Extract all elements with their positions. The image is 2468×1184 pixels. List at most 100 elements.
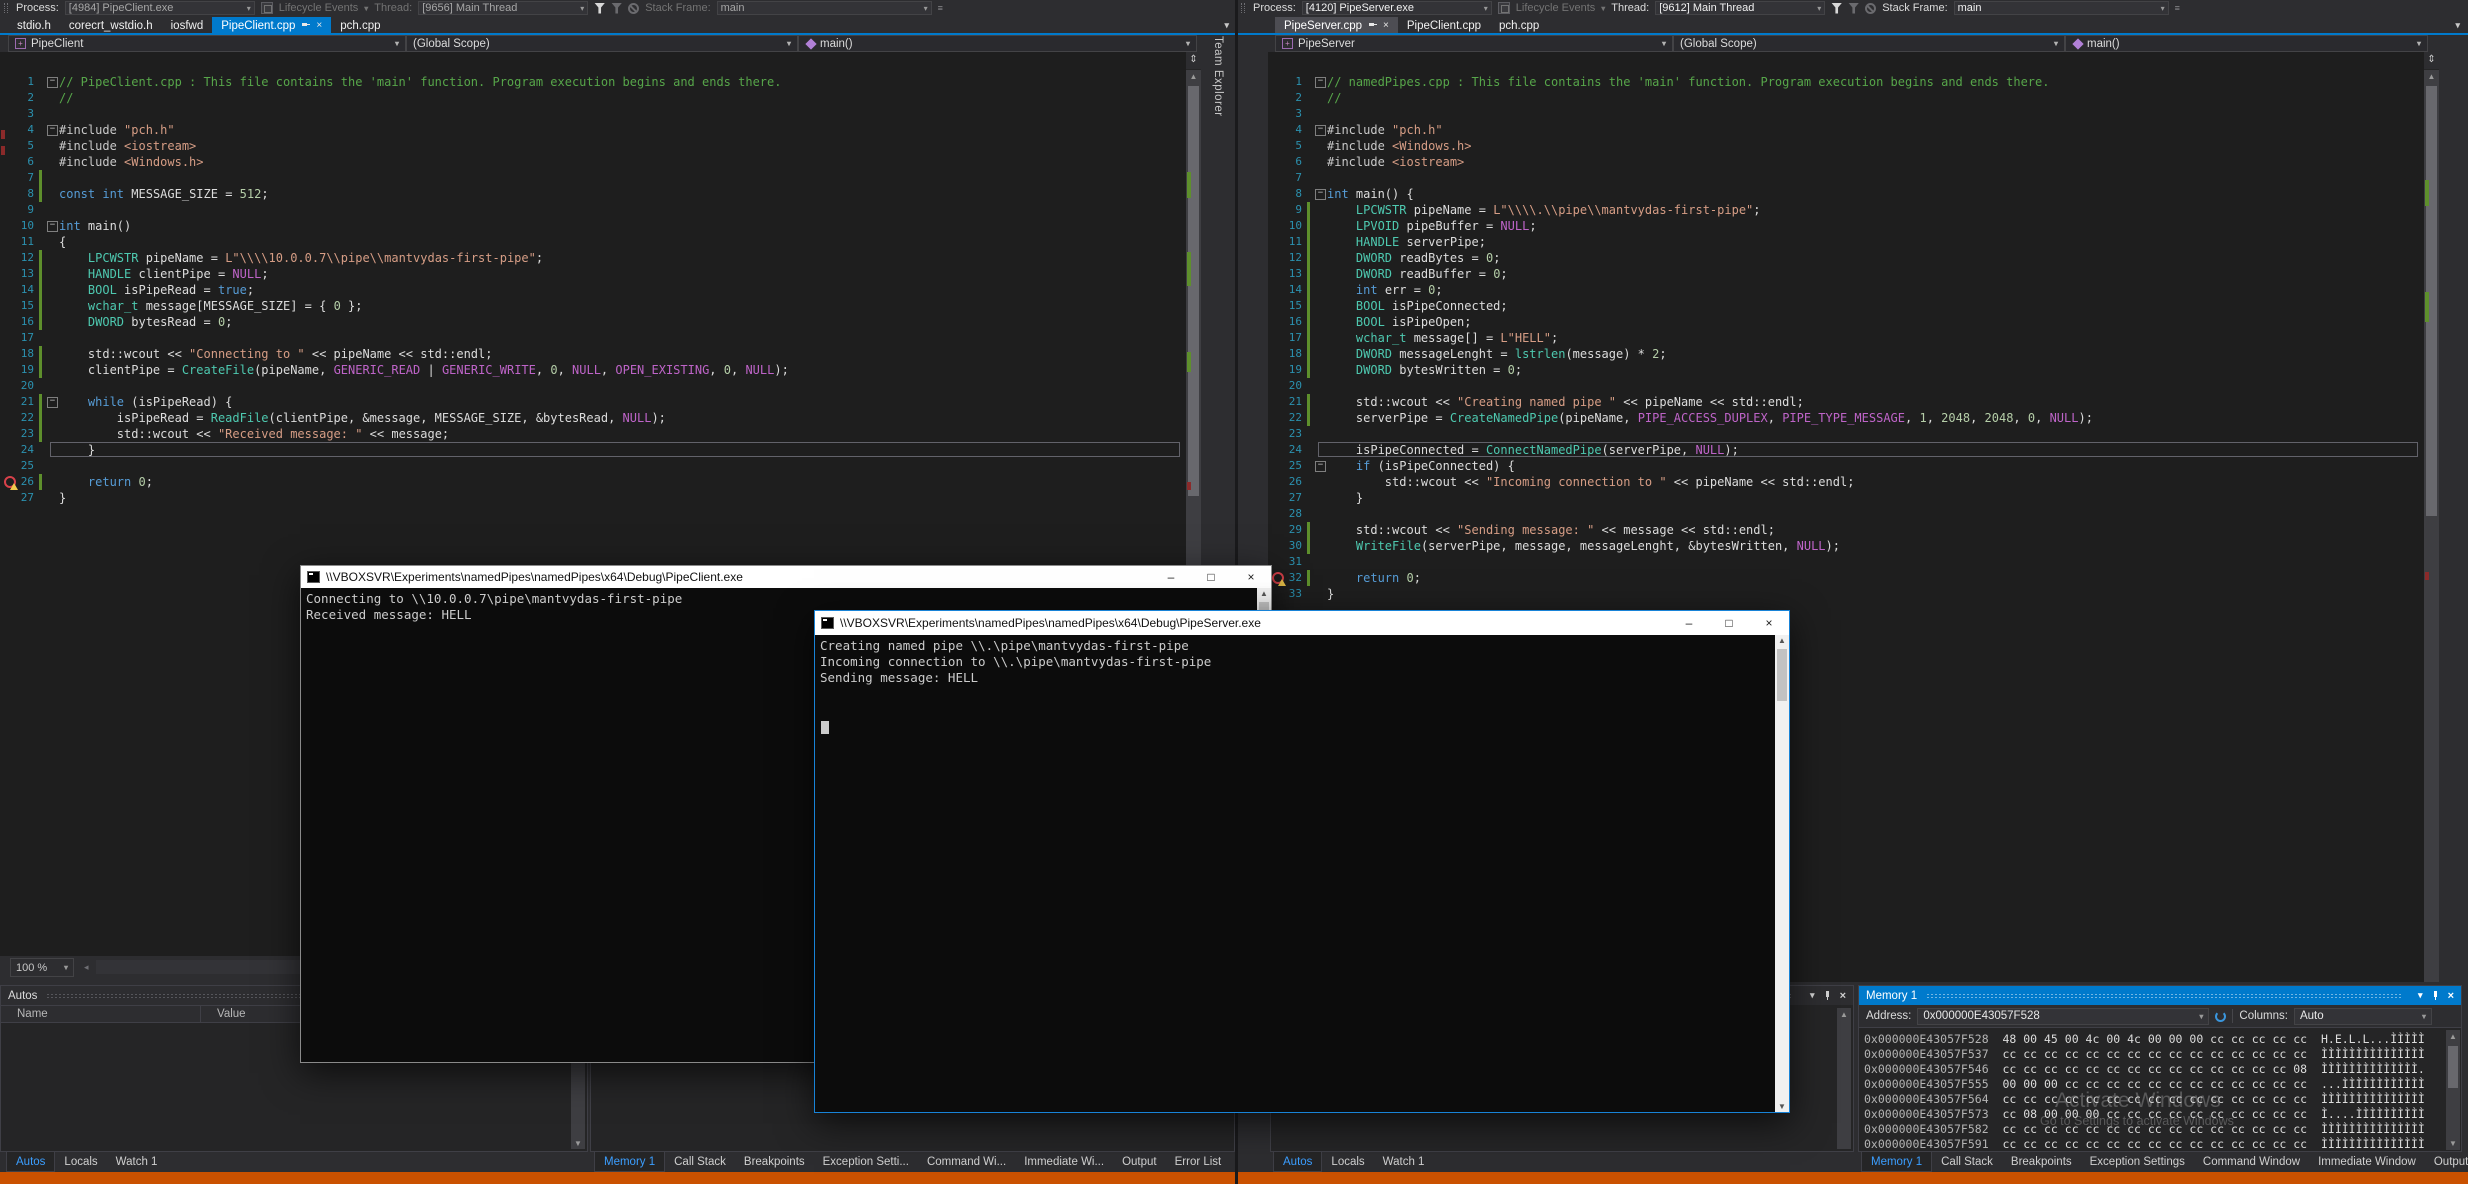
document-tab-corecrt_wstdio.h[interactable]: corecrt_wstdio.h bbox=[60, 17, 162, 34]
scrollbar-thumb[interactable] bbox=[2448, 1046, 2458, 1088]
close-tab-icon[interactable]: × bbox=[1383, 21, 1389, 31]
line-number[interactable]: 15 bbox=[1268, 298, 1304, 314]
line-number[interactable]: 18 bbox=[0, 346, 36, 362]
document-tab-stdio.h[interactable]: stdio.h bbox=[8, 17, 60, 34]
scroll-down-icon[interactable]: ▼ bbox=[571, 1139, 585, 1148]
filter-threads-icon[interactable] bbox=[594, 3, 605, 14]
close-icon[interactable]: × bbox=[1840, 990, 1846, 1002]
code-line[interactable]: 32 return 0; bbox=[1268, 570, 2424, 586]
line-number[interactable]: 26 bbox=[1268, 474, 1304, 490]
tool-tab-Immediate Window[interactable]: Immediate Window bbox=[2309, 1152, 2425, 1172]
code-line[interactable]: 21 std::wcout << "Creating named pipe " … bbox=[1268, 394, 2424, 410]
line-number[interactable]: 15 bbox=[0, 298, 36, 314]
editor-scrollbar[interactable]: ⇕ ▲ bbox=[2424, 52, 2439, 982]
line-number[interactable]: 27 bbox=[1268, 490, 1304, 506]
line-number[interactable]: 8 bbox=[0, 186, 36, 202]
document-tab-PipeServer.cpp[interactable]: PipeServer.cpp× bbox=[1275, 17, 1398, 34]
maximize-icon[interactable]: □ bbox=[1709, 611, 1749, 635]
splitter-handle-icon[interactable]: ⇕ bbox=[1186, 52, 1201, 70]
code-line[interactable]: 15 BOOL isPipeConnected; bbox=[1268, 298, 2424, 314]
nav-scope-dropdown[interactable]: (Global Scope)▾ bbox=[406, 35, 798, 52]
chevron-down-icon[interactable]: ▾ bbox=[1662, 39, 1666, 48]
close-tab-icon[interactable]: × bbox=[316, 21, 322, 31]
code-line[interactable]: 4#include "pch.h" bbox=[0, 122, 1186, 138]
address-combo[interactable]: 0x000000E43057F528▾ bbox=[1917, 1008, 2209, 1025]
tool-tab-Breakpoints[interactable]: Breakpoints bbox=[735, 1152, 814, 1172]
document-tab-PipeClient.cpp[interactable]: PipeClient.cpp bbox=[1398, 17, 1490, 34]
nav-method-dropdown[interactable]: main()▾ bbox=[798, 35, 1197, 52]
line-number[interactable]: 5 bbox=[0, 138, 36, 154]
line-number[interactable]: 24 bbox=[0, 442, 36, 458]
toolbar-grip[interactable] bbox=[4, 3, 8, 13]
nav-scope-dropdown[interactable]: (Global Scope)▾ bbox=[1673, 35, 2065, 52]
tool-tab-Watch 1[interactable]: Watch 1 bbox=[1374, 1152, 1434, 1172]
chevron-down-icon[interactable]: ▾ bbox=[2054, 39, 2058, 48]
tab-list-chevron-icon[interactable]: ▾ bbox=[2455, 20, 2460, 31]
code-line[interactable]: 12 DWORD readBytes = 0; bbox=[1268, 250, 2424, 266]
scroll-down-icon[interactable]: ▼ bbox=[2446, 1139, 2460, 1148]
breakpoint-icon[interactable] bbox=[4, 476, 16, 488]
code-line[interactable]: 1// PipeClient.cpp : This file contains … bbox=[0, 74, 1186, 90]
lifecycle-events-label[interactable]: Lifecycle Events bbox=[1516, 2, 1595, 14]
line-number[interactable]: 4 bbox=[0, 122, 36, 138]
chevron-down-icon[interactable]: ▾ bbox=[2417, 39, 2421, 48]
line-number[interactable]: 13 bbox=[1268, 266, 1304, 282]
code-line[interactable]: 2// bbox=[1268, 90, 2424, 106]
line-number[interactable]: 5 bbox=[1268, 138, 1304, 154]
code-line[interactable]: 12 LPCWSTR pipeName = L"\\\\10.0.0.7\\pi… bbox=[0, 250, 1186, 266]
line-number[interactable]: 1 bbox=[1268, 74, 1304, 90]
tool-tab-Command Wi...[interactable]: Command Wi... bbox=[918, 1152, 1015, 1172]
code-line[interactable]: 26 return 0; bbox=[0, 474, 1186, 490]
line-number[interactable]: 14 bbox=[1268, 282, 1304, 298]
thread-combo[interactable]: [9656] Main Thread▾ bbox=[418, 1, 588, 15]
code-line[interactable]: 16 BOOL isPipeOpen; bbox=[1268, 314, 2424, 330]
chevron-down-icon[interactable]: ▾ bbox=[2414, 1012, 2426, 1021]
lifecycle-events-label[interactable]: Lifecycle Events bbox=[279, 2, 358, 14]
code-line[interactable]: 19 DWORD bytesWritten = 0; bbox=[1268, 362, 2424, 378]
splitter-handle-icon[interactable]: ⇕ bbox=[2424, 52, 2439, 70]
window-position-chevron-icon[interactable]: ▾ bbox=[1810, 990, 1815, 1001]
line-number[interactable]: 30 bbox=[1268, 538, 1304, 554]
scroll-up-icon[interactable]: ▲ bbox=[1837, 1010, 1851, 1019]
code-line[interactable]: 1// namedPipes.cpp : This file contains … bbox=[1268, 74, 2424, 90]
refresh-icon[interactable] bbox=[2215, 1011, 2226, 1022]
code-line[interactable]: 5#include <iostream> bbox=[0, 138, 1186, 154]
process-combo[interactable]: [4984] PipeClient.exe▾ bbox=[65, 1, 255, 15]
code-line[interactable]: 29 std::wcout << "Sending message: " << … bbox=[1268, 522, 2424, 538]
window-position-chevron-icon[interactable]: ▾ bbox=[2418, 990, 2423, 1001]
code-line[interactable]: 22 isPipeRead = ReadFile(clientPipe, &me… bbox=[0, 410, 1186, 426]
line-number[interactable]: 10 bbox=[1268, 218, 1304, 234]
code-line[interactable]: 6#include <iostream> bbox=[1268, 154, 2424, 170]
lifecycle-events-icon[interactable] bbox=[1498, 2, 1510, 14]
code-line[interactable]: 9 bbox=[0, 202, 1186, 218]
stack-frame-combo[interactable]: main▾ bbox=[717, 1, 932, 15]
nav-method-dropdown[interactable]: main()▾ bbox=[2065, 35, 2428, 52]
tool-tab-Locals[interactable]: Locals bbox=[55, 1152, 106, 1172]
console-title-bar[interactable]: \\VBOXSVR\Experiments\namedPipes\namedPi… bbox=[815, 611, 1789, 635]
line-number[interactable]: 22 bbox=[1268, 410, 1304, 426]
pin-icon[interactable] bbox=[2431, 991, 2440, 1000]
code-line[interactable]: 26 std::wcout << "Incoming connection to… bbox=[1268, 474, 2424, 490]
pin-icon[interactable] bbox=[1368, 21, 1377, 30]
line-number[interactable]: 31 bbox=[1268, 554, 1304, 570]
scroll-up-icon[interactable]: ▲ bbox=[1257, 589, 1271, 598]
document-tab-PipeClient.cpp[interactable]: PipeClient.cpp× bbox=[212, 17, 331, 34]
close-icon[interactable]: × bbox=[1231, 566, 1271, 588]
line-number[interactable]: 6 bbox=[0, 154, 36, 170]
tool-tab-Output[interactable]: Output bbox=[2425, 1152, 2468, 1172]
suspend-threads-icon[interactable] bbox=[1865, 3, 1876, 14]
chevron-down-icon[interactable]: ▾ bbox=[241, 4, 251, 13]
chevron-down-icon[interactable]: ▾ bbox=[395, 39, 399, 48]
code-line[interactable]: 9 LPCWSTR pipeName = L"\\\\.\\pipe\\mant… bbox=[1268, 202, 2424, 218]
fold-marker-icon[interactable] bbox=[1313, 122, 1327, 138]
line-number[interactable]: 27 bbox=[0, 490, 36, 506]
line-number[interactable]: 12 bbox=[1268, 250, 1304, 266]
fold-marker-icon[interactable] bbox=[45, 218, 59, 234]
close-icon[interactable]: × bbox=[2448, 990, 2454, 1002]
code-line[interactable]: 10 LPVOID pipeBuffer = NULL; bbox=[1268, 218, 2424, 234]
memory-panel-header[interactable]: Memory 1 ▾ × bbox=[1859, 986, 2461, 1005]
toolbar-overflow-icon[interactable]: ≡ bbox=[938, 3, 943, 13]
memory-scrollbar[interactable]: ▲ ▼ bbox=[2446, 1030, 2460, 1150]
toolbar-grip[interactable] bbox=[1241, 3, 1245, 13]
scroll-up-icon[interactable]: ▲ bbox=[2424, 70, 2439, 83]
